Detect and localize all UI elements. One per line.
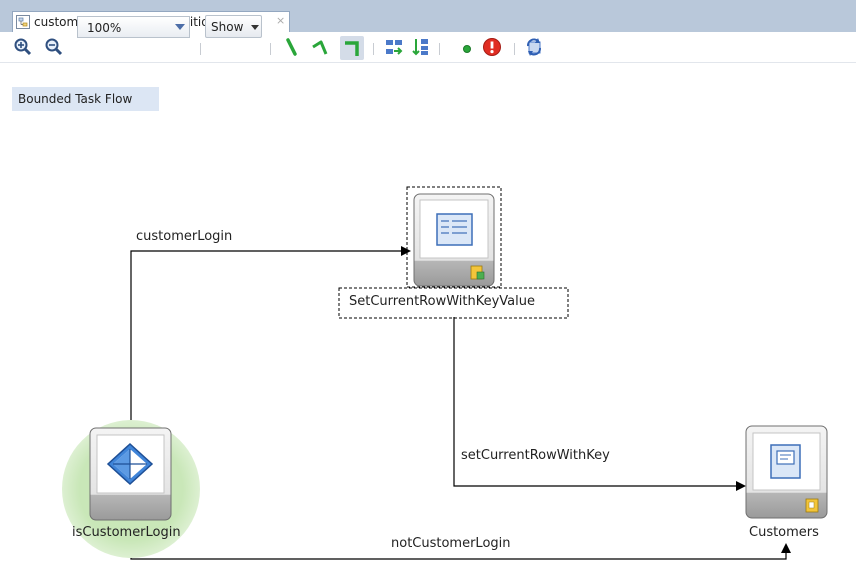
page-badge-icon xyxy=(470,265,485,280)
page-badge-icon xyxy=(805,498,819,513)
method-call-icon xyxy=(436,213,473,246)
node-label-view[interactable]: Customers xyxy=(749,525,819,540)
edge-customer-login[interactable] xyxy=(130,250,407,432)
edge-label-not-customer-login[interactable]: notCustomerLogin xyxy=(391,536,511,551)
view-node[interactable] xyxy=(745,425,828,519)
router-node[interactable] xyxy=(89,427,172,521)
edge-label-set-current-row-with-key[interactable]: setCurrentRowWithKey xyxy=(461,448,610,463)
node-label-router[interactable]: isCustomerLogin xyxy=(72,525,181,540)
task-flow-diagram xyxy=(62,186,828,560)
edge-label-customer-login[interactable]: customerLogin xyxy=(136,229,232,244)
arrowhead xyxy=(781,543,791,553)
arrowhead xyxy=(736,481,746,491)
view-page-icon xyxy=(770,444,801,479)
method-call-node[interactable] xyxy=(413,193,495,287)
node-label-method-call[interactable]: SetCurrentRowWithKeyValue xyxy=(349,294,535,309)
arrowhead xyxy=(401,246,411,256)
